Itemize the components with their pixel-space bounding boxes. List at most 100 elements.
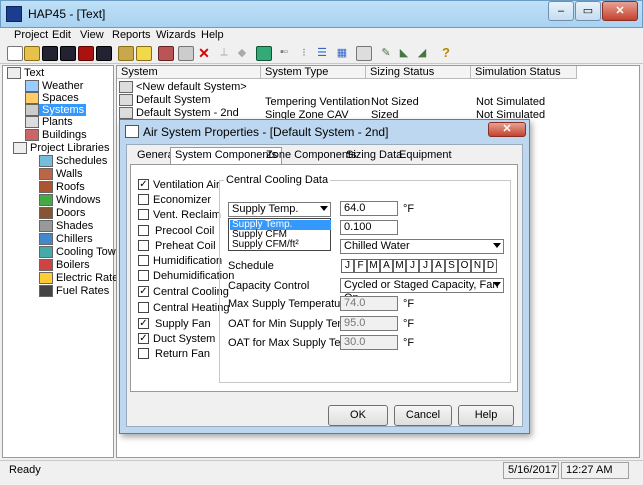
dialog-close-button[interactable]: ✕ [488, 122, 526, 137]
minimize-button[interactable]: – [548, 1, 574, 21]
link-icon[interactable]: ◆ [234, 46, 250, 61]
month-sep[interactable]: S [445, 259, 458, 273]
report-view-icon[interactable] [356, 46, 372, 61]
help-button[interactable]: Help [458, 405, 514, 426]
chevron-down-icon [493, 282, 501, 287]
close-button[interactable]: ✕ [602, 1, 638, 21]
tree-item-spaces[interactable]: Spaces [25, 92, 79, 105]
new-icon[interactable] [7, 46, 23, 61]
tree-item-windows[interactable]: Windows [39, 194, 101, 207]
dropdown-option-supply-cfm-per-ft2[interactable]: Supply CFM/ft² [230, 240, 331, 250]
capacity-control-select[interactable]: Cycled or Staged Capacity, Fan On [340, 278, 504, 304]
delete-icon[interactable]: ✕ [196, 46, 212, 61]
month-feb[interactable]: F [354, 259, 367, 273]
month-dec[interactable]: D [484, 259, 497, 273]
open-folder-icon[interactable] [24, 46, 40, 61]
column-header-system-type[interactable]: System Type [261, 66, 366, 79]
month-aug[interactable]: A [432, 259, 445, 273]
retrieve-icon[interactable] [96, 46, 112, 61]
month-nov[interactable]: N [471, 259, 484, 273]
supply-temp-input[interactable]: 64.0 [340, 201, 398, 216]
save-icon[interactable] [42, 46, 58, 61]
return-fan-checkbox[interactable] [138, 348, 149, 359]
supply-fan-checkbox[interactable]: ✓ [138, 318, 149, 329]
project-tree[interactable]: Text Weather Spaces Systems Plants Build… [2, 65, 131, 458]
humidification-checkbox[interactable] [138, 255, 149, 266]
tree-item-walls[interactable]: Walls [39, 168, 82, 181]
ventilation-air-checkbox[interactable]: ✓ [138, 179, 149, 190]
preheat-coil-checkbox[interactable] [138, 240, 149, 251]
month-oct[interactable]: O [458, 259, 471, 273]
grid-icon[interactable] [158, 46, 174, 61]
tree-item-boilers[interactable]: Boilers [39, 259, 90, 272]
table-row[interactable]: Default System [119, 94, 211, 107]
menu-project[interactable]: Project [14, 29, 48, 41]
edit-icon[interactable] [136, 46, 152, 61]
month-jan[interactable]: J [341, 259, 354, 273]
report-1-icon[interactable]: ▪▫ [276, 46, 292, 61]
oat-min-supply-input[interactable]: 95.0 [340, 316, 398, 331]
tree-item-weather[interactable]: Weather [25, 80, 83, 93]
tree-item-shades[interactable]: Shades [39, 220, 93, 233]
month-jun[interactable]: J [406, 259, 419, 273]
economizer-checkbox[interactable] [138, 194, 149, 205]
table-row[interactable]: Default System - 2nd [119, 107, 239, 120]
coil-source-select[interactable]: Chilled Water [340, 239, 504, 254]
tree-item-schedules[interactable]: Schedules [39, 155, 107, 168]
month-may[interactable]: M [393, 259, 406, 273]
central-heating-checkbox[interactable] [138, 302, 149, 313]
supply-mode-select[interactable]: Supply Temp. [228, 202, 331, 217]
copy-icon[interactable] [178, 46, 194, 61]
central-cooling-checkbox[interactable]: ✓ [138, 286, 149, 297]
restore-button[interactable]: ▭ [575, 1, 601, 21]
tree-item-text[interactable]: Text [7, 67, 44, 80]
properties-icon[interactable]: ⟂ [216, 46, 232, 61]
month-apr[interactable]: A [380, 259, 393, 273]
precool-coil-label: Precool Coil [155, 225, 215, 237]
tab-equipment[interactable]: Equipment [395, 148, 456, 164]
duct-system-checkbox[interactable]: ✓ [138, 333, 149, 344]
table-row[interactable]: <New default System> [119, 81, 247, 94]
cancel-button[interactable]: Cancel [394, 405, 452, 426]
tree-item-plants[interactable]: Plants [25, 116, 73, 129]
second-value-input[interactable]: 0.100 [340, 220, 398, 235]
menu-help[interactable]: Help [201, 29, 224, 41]
oat-min-supply-unit: °F [403, 318, 415, 330]
report-4-icon[interactable]: ▦ [334, 46, 350, 61]
wizard-icon[interactable] [118, 46, 134, 61]
list-cell-sizing: Not Sized [371, 96, 419, 108]
menu-wizards[interactable]: Wizards [156, 29, 196, 41]
oat-max-supply-input[interactable]: 30.0 [340, 335, 398, 350]
chart-icon[interactable]: ✎ [378, 46, 394, 61]
vent-reclaim-label: Vent. Reclaim [153, 209, 221, 221]
calculate-icon[interactable] [256, 46, 272, 61]
graph-2-icon[interactable]: ◢ [414, 46, 430, 61]
menu-view[interactable]: View [80, 29, 104, 41]
tree-item-project-libraries[interactable]: Project Libraries [13, 142, 109, 155]
ok-button[interactable]: OK [328, 405, 388, 426]
month-mar[interactable]: M [367, 259, 380, 273]
max-supply-temp-input[interactable]: 74.0 [340, 296, 398, 311]
tree-item-fuel-rates[interactable]: Fuel Rates [39, 285, 109, 298]
report-2-icon[interactable]: ⁝ [296, 46, 312, 61]
vent-reclaim-checkbox[interactable] [138, 209, 149, 220]
column-header-simulation-status[interactable]: Simulation Status [471, 66, 577, 79]
save-as-icon[interactable] [60, 46, 76, 61]
tree-item-doors[interactable]: Doors [39, 207, 85, 220]
report-3-icon[interactable]: ☰ [314, 46, 330, 61]
column-header-system[interactable]: System [117, 66, 261, 79]
column-header-sizing-status[interactable]: Sizing Status [366, 66, 471, 79]
month-jul[interactable]: J [419, 259, 432, 273]
graph-icon[interactable]: ◣ [396, 46, 412, 61]
precool-coil-checkbox[interactable] [138, 225, 149, 236]
tree-item-systems[interactable]: Systems [25, 104, 87, 117]
menu-edit[interactable]: Edit [52, 29, 71, 41]
tree-item-chillers[interactable]: Chillers [39, 233, 93, 246]
menu-reports[interactable]: Reports [112, 29, 151, 41]
tree-item-buildings[interactable]: Buildings [25, 129, 87, 142]
help-icon[interactable]: ? [438, 46, 454, 61]
tree-item-electric-rates[interactable]: Electric Rates [39, 272, 124, 285]
archive-icon[interactable] [78, 46, 94, 61]
dehumidification-checkbox[interactable] [138, 270, 149, 281]
tree-item-roofs[interactable]: Roofs [39, 181, 85, 194]
